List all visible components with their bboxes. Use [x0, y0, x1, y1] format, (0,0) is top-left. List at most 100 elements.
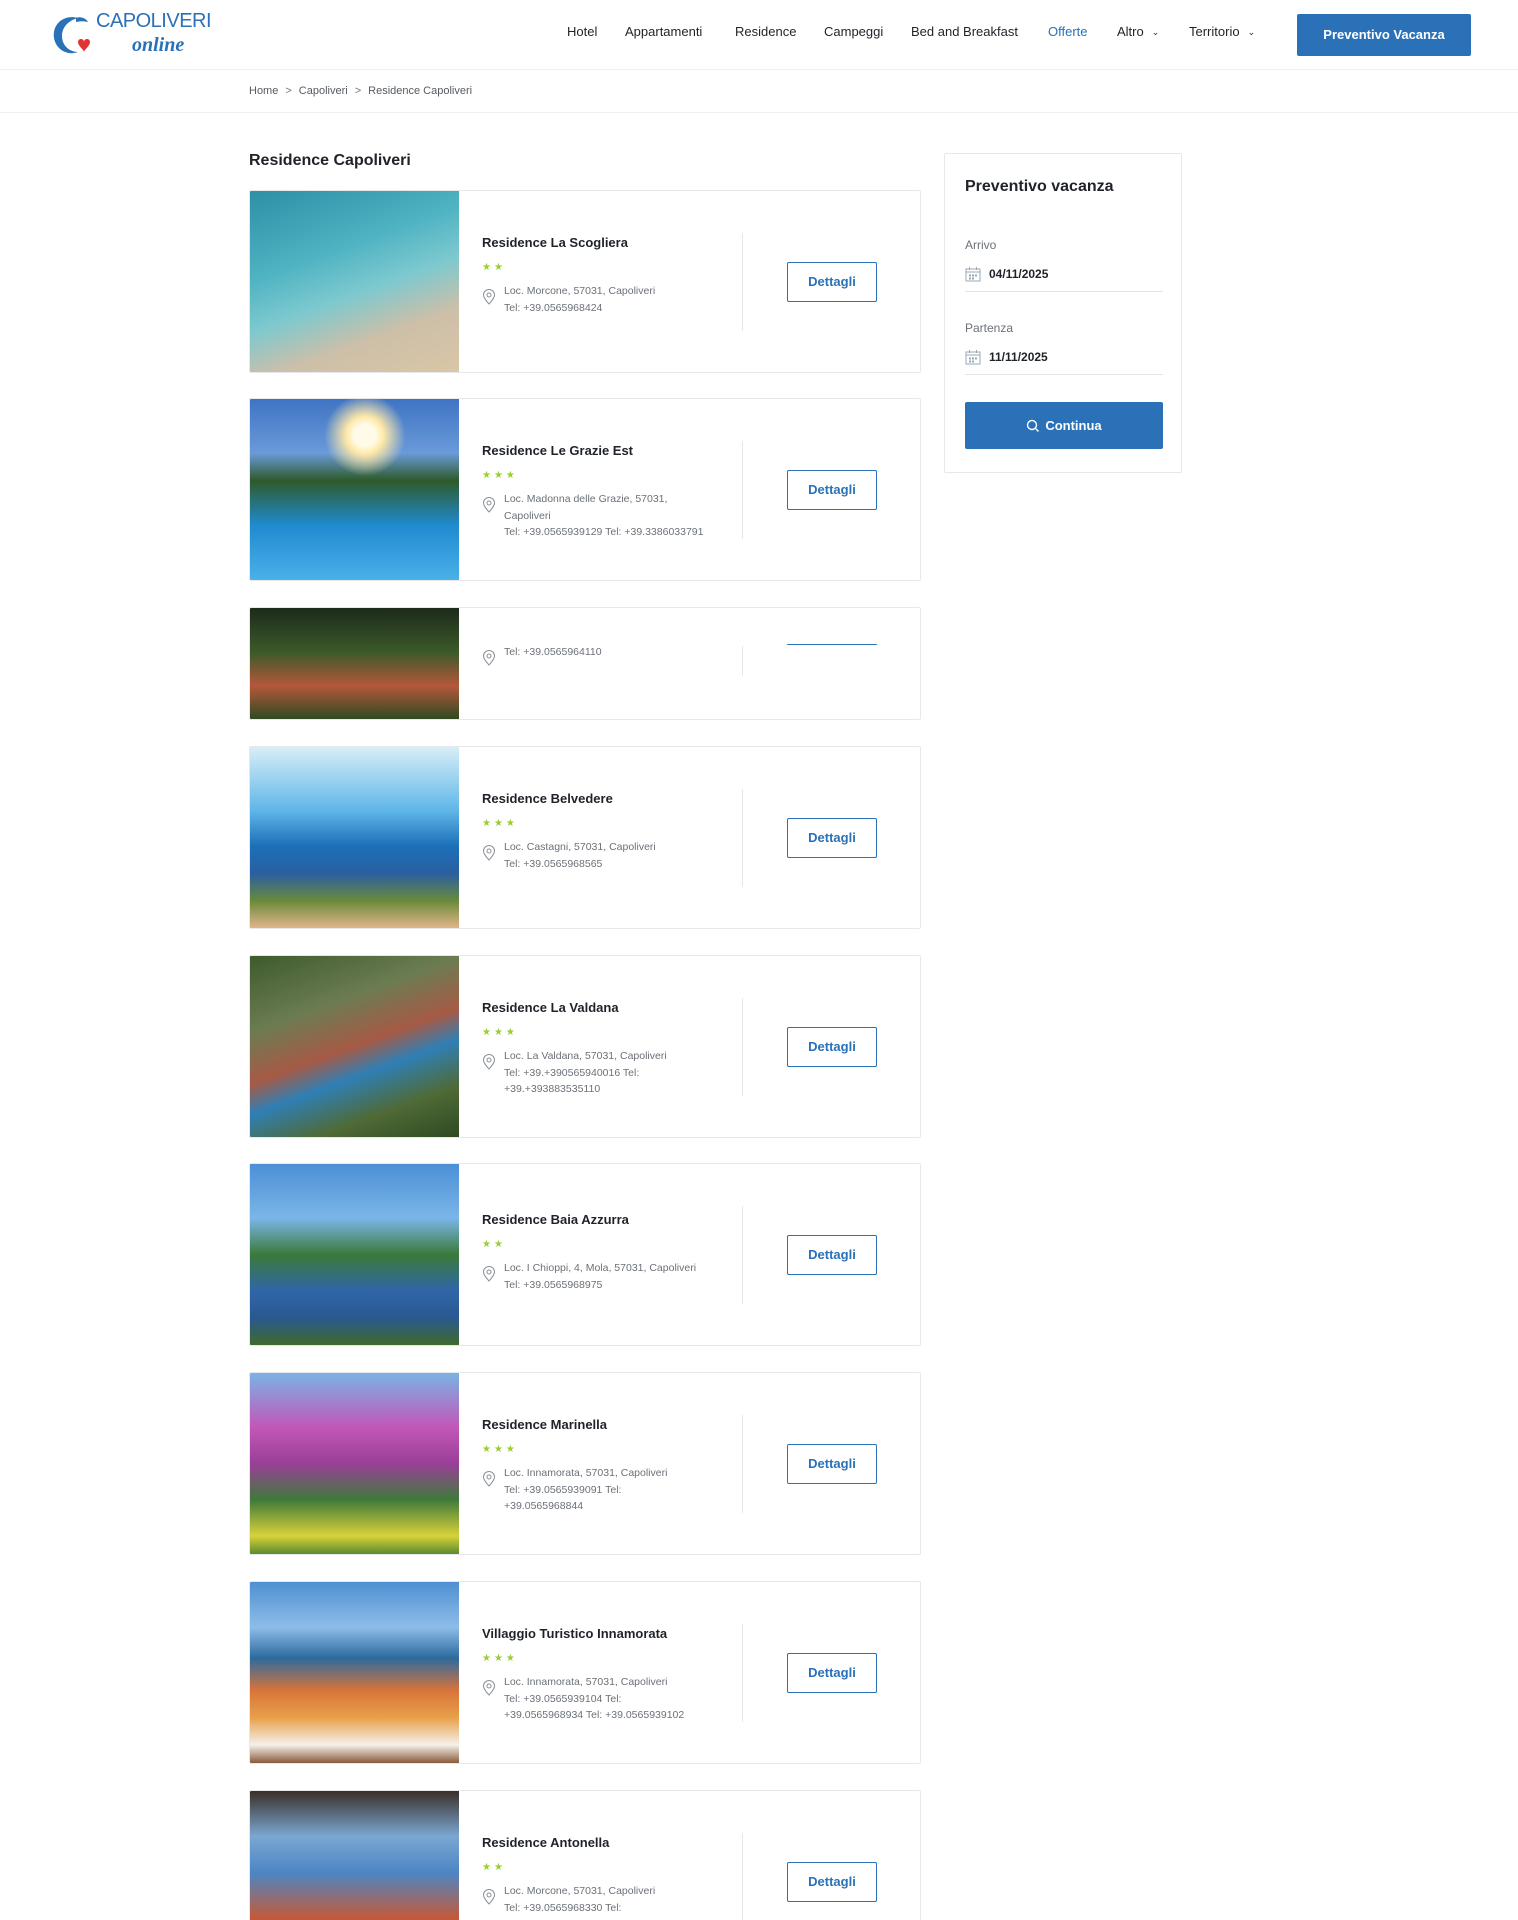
- listing-name[interactable]: Residence Baia Azzurra: [482, 1212, 742, 1227]
- nav-item-offerte[interactable]: Offerte: [1048, 24, 1088, 39]
- dettagli-button[interactable]: Dettagli: [787, 470, 877, 510]
- dettagli-button[interactable]: [787, 644, 877, 646]
- listing-card: Tel: +39.0565964110: [249, 607, 921, 720]
- listing-address-line: Tel: +39.0565939104 Tel:: [504, 1692, 622, 1705]
- dettagli-button[interactable]: Dettagli: [787, 262, 877, 302]
- listing-photo[interactable]: [250, 399, 459, 580]
- star-rating: ★★: [482, 262, 506, 273]
- listing-name[interactable]: Residence La Scogliera: [482, 235, 742, 250]
- dettagli-button[interactable]: Dettagli: [787, 1235, 877, 1275]
- listing-address-block: Loc. I Chioppi, 4, Mola, 57031, Capolive…: [482, 1260, 742, 1293]
- listing-photo[interactable]: [250, 1582, 459, 1763]
- listing-photo[interactable]: [250, 1164, 459, 1345]
- listing-info: Residence Antonella ★★ Loc. Morcone, 57031…: [482, 1835, 742, 1920]
- chevron-down-icon: ⌄: [1247, 27, 1256, 37]
- star-rating: ★★★: [482, 470, 518, 481]
- arrival-date-field[interactable]: 04/11/2025: [965, 262, 1163, 292]
- listing-address-block: Loc. Morcone, 57031, Capoliveri Tel: +39.…: [482, 283, 742, 316]
- listing-address-block: Loc. Innamorata, 57031, Capoliveri Tel: +…: [482, 1674, 742, 1724]
- breadcrumb-capoliveri[interactable]: Capoliveri: [299, 85, 348, 97]
- location-pin-icon: [482, 1266, 496, 1282]
- listing-card: Residence Le Grazie Est ★★★ Loc. Madonna d…: [249, 398, 921, 581]
- listing-info: Residence Belvedere ★★★ Loc. Castagni, 570…: [482, 791, 742, 872]
- listing-photo[interactable]: [250, 747, 459, 928]
- breadcrumb-home[interactable]: Home: [249, 85, 278, 97]
- nav-item-appartamenti[interactable]: Appartamenti: [625, 24, 702, 39]
- arrival-label: Arrivo: [965, 238, 997, 252]
- listing-name[interactable]: Villaggio Turistico Innamorata: [482, 1626, 742, 1641]
- star-rating: ★★: [482, 1862, 506, 1873]
- listing-address-line: Tel: +39.0565968565: [504, 857, 603, 870]
- nav-item-residence[interactable]: Residence: [735, 24, 796, 39]
- listing-photo[interactable]: [250, 608, 459, 719]
- listing-photo[interactable]: [250, 191, 459, 372]
- listing-card: Villaggio Turistico Innamorata ★★★ Loc. In…: [249, 1581, 921, 1764]
- listing-photo[interactable]: [250, 956, 459, 1137]
- card-divider: [742, 1415, 743, 1513]
- listing-name[interactable]: Residence Belvedere: [482, 791, 742, 806]
- listing-address-line: Capoliveri: [504, 509, 551, 522]
- continua-button-label: Continua: [1045, 418, 1102, 433]
- listing-address-line: Loc. Innamorata, 57031, Capoliveri: [504, 1467, 668, 1479]
- location-pin-icon: [482, 1889, 496, 1905]
- continua-button[interactable]: Continua: [965, 402, 1163, 449]
- location-pin-icon: [482, 289, 496, 305]
- card-divider: [742, 1624, 743, 1722]
- dettagli-button[interactable]: Dettagli: [787, 1444, 877, 1484]
- listing-address-line: Tel: +39.0565968975: [504, 1278, 603, 1291]
- listing-info: Residence Le Grazie Est ★★★ Loc. Madonna d…: [482, 443, 742, 541]
- listing-address-line: Loc. Innamorata, 57031, Capoliveri: [504, 1676, 668, 1688]
- listing-address-line: Tel: +39.0565939091 Tel:: [504, 1483, 622, 1496]
- logo-line2: online: [132, 34, 185, 56]
- site-header: CAPOLIVERI online Hotel Appartamenti Res…: [0, 0, 1518, 70]
- preventivo-vacanza-button[interactable]: Preventivo Vacanza: [1297, 14, 1471, 56]
- listing-photo[interactable]: [250, 1373, 459, 1554]
- listing-address-line: +39.0565968934 Tel: +39.0565939102: [504, 1709, 685, 1721]
- location-pin-icon: [482, 1471, 496, 1487]
- star-rating: ★★★: [482, 1653, 518, 1664]
- listing-photo[interactable]: [250, 1791, 459, 1920]
- breadcrumb-bar: Home > Capoliveri > Residence Capoliveri: [0, 71, 1518, 113]
- listing-address-line: Tel: +39.0565968330 Tel:: [504, 1901, 622, 1914]
- nav-item-territorio[interactable]: Territorio ⌄: [1189, 24, 1255, 39]
- nav-item-campeggi[interactable]: Campeggi: [824, 24, 883, 39]
- listing-info: Residence Baia Azzurra ★★ Loc. I Chioppi, …: [482, 1212, 742, 1293]
- listing-card: Residence La Scogliera ★★ Loc. Morcone, 57…: [249, 190, 921, 373]
- dettagli-button[interactable]: Dettagli: [787, 818, 877, 858]
- card-divider: [742, 441, 743, 539]
- nav-item-hotel[interactable]: Hotel: [567, 24, 597, 39]
- listing-address-block: Loc. La Valdana, 57031, Capoliveri Tel: +…: [482, 1048, 742, 1098]
- listing-card: Residence Belvedere ★★★ Loc. Castagni, 570…: [249, 746, 921, 929]
- listing-address-line: Loc. Madonna delle Grazie, 57031,: [504, 493, 668, 505]
- breadcrumb: Home > Capoliveri > Residence Capoliveri: [249, 85, 472, 97]
- breadcrumb-separator-icon: >: [354, 85, 362, 97]
- search-icon: [1027, 419, 1040, 432]
- arrival-date-value: 04/11/2025: [989, 267, 1049, 281]
- star-rating: ★★★: [482, 818, 518, 829]
- listing-name[interactable]: Residence La Valdana: [482, 1000, 742, 1015]
- departure-label: Partenza: [965, 321, 1014, 335]
- card-divider: [742, 998, 743, 1096]
- listing-info: Villaggio Turistico Innamorata ★★★ Loc. In…: [482, 1626, 742, 1724]
- card-divider: [742, 789, 743, 887]
- card-divider: [742, 233, 743, 331]
- listing-name[interactable]: Residence Le Grazie Est: [482, 443, 742, 458]
- location-pin-icon: [482, 650, 496, 666]
- listing-card: Residence Antonella ★★ Loc. Morcone, 57031…: [249, 1790, 921, 1920]
- card-divider: [742, 1833, 743, 1920]
- listing-address-line: +39.0565968844: [504, 1500, 584, 1512]
- dettagli-button[interactable]: Dettagli: [787, 1862, 877, 1902]
- listing-name[interactable]: Residence Marinella: [482, 1417, 742, 1432]
- departure-date-field[interactable]: 11/11/2025: [965, 345, 1163, 375]
- dettagli-button[interactable]: Dettagli: [787, 1653, 877, 1693]
- nav-item-bed-and-breakfast[interactable]: Bed and Breakfast: [911, 24, 1018, 39]
- listing-name[interactable]: Residence Antonella: [482, 1835, 742, 1850]
- card-divider: [742, 646, 743, 676]
- dettagli-button[interactable]: Dettagli: [787, 1027, 877, 1067]
- nav-item-altro[interactable]: Altro ⌄: [1117, 24, 1159, 39]
- chevron-down-icon: ⌄: [1151, 27, 1160, 37]
- quote-sidebar: Preventivo vacanza Arrivo 04/11/2025 Par…: [944, 153, 1182, 473]
- calendar-icon: [965, 350, 981, 365]
- site-logo[interactable]: CAPOLIVERI online: [48, 10, 212, 60]
- listing-address-block: Loc. Castagni, 57031, Capoliveri Tel: +39…: [482, 839, 742, 872]
